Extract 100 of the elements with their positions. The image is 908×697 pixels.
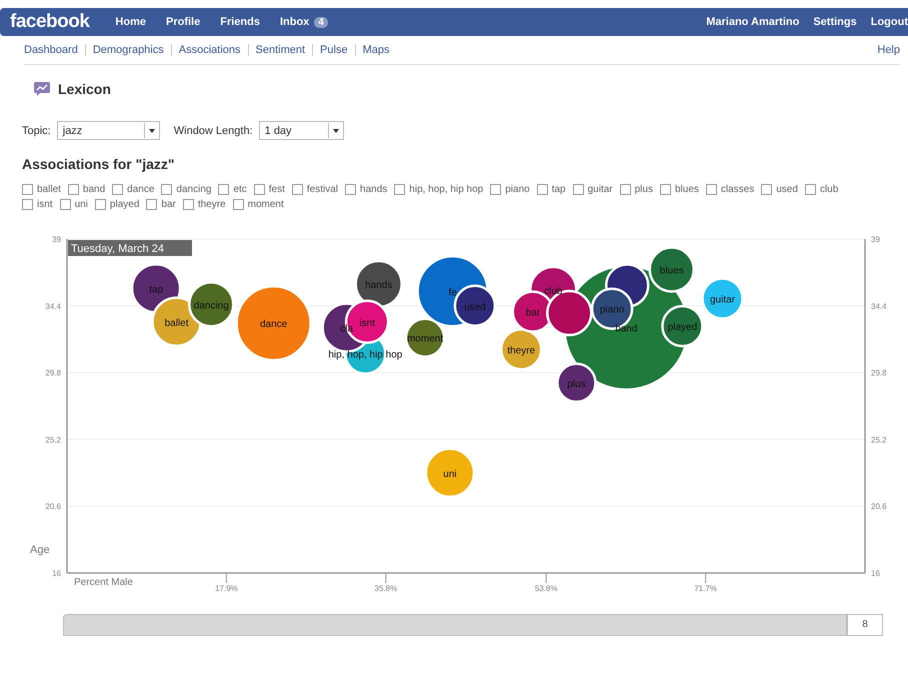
checkbox[interactable] — [161, 184, 172, 195]
bubble-label: isnt — [359, 318, 375, 329]
tick-label: 25.2 — [45, 435, 61, 444]
checkbox[interactable] — [620, 184, 631, 195]
checkbox-label[interactable]: fest — [268, 184, 285, 195]
tick-label: 17.9% — [215, 584, 238, 593]
checkbox-label[interactable]: hands — [360, 184, 388, 195]
header-link[interactable]: Logout — [870, 16, 908, 28]
checkbox-label[interactable]: band — [82, 184, 106, 195]
subnav-link[interactable]: Demographics — [84, 44, 171, 56]
nav-link[interactable]: Profile — [166, 16, 200, 28]
checkbox[interactable] — [112, 184, 124, 195]
nav-link[interactable]: Friends — [220, 16, 260, 28]
checkbox-label[interactable]: club — [820, 184, 838, 195]
checkbox-label[interactable]: uni — [74, 199, 88, 210]
checkbox[interactable] — [572, 184, 584, 195]
checkbox[interactable] — [22, 184, 33, 195]
subnav-link[interactable]: Associations — [170, 44, 248, 56]
timeline-track[interactable] — [63, 614, 847, 636]
bubble-label: cla — [340, 324, 354, 335]
checkbox[interactable] — [706, 184, 717, 195]
bubble[interactable] — [648, 246, 695, 293]
checkbox-label[interactable]: theyre — [198, 199, 226, 210]
checkbox-label[interactable]: played — [110, 199, 140, 210]
axis-title: Percent Male — [74, 577, 133, 588]
checkbox-label[interactable]: used — [776, 184, 798, 195]
bubble-label: hip, hop, hip hop — [328, 350, 402, 361]
help-link[interactable]: Help — [877, 44, 900, 56]
checkbox-label[interactable]: moment — [248, 199, 284, 210]
bubble[interactable] — [188, 281, 235, 328]
checkbox[interactable] — [254, 184, 265, 195]
checkbox-label[interactable]: guitar — [588, 184, 613, 195]
subnav-link[interactable]: Maps — [354, 44, 396, 56]
logo[interactable]: facebook — [10, 11, 90, 33]
checkbox[interactable] — [94, 199, 106, 210]
checkbox-label[interactable]: classes — [720, 184, 754, 195]
tick-label: 20.6 — [871, 502, 887, 512]
tick-label: 34.4 — [45, 302, 61, 311]
bubble-label: theyre — [507, 345, 536, 356]
checkbox[interactable] — [60, 199, 71, 210]
tick-label: 39 — [52, 235, 61, 244]
checkbox-label[interactable]: bar — [161, 199, 176, 210]
section-title: Associations for "jazz" — [22, 156, 176, 172]
date-tooltip: Tuesday, March 24 — [68, 240, 192, 256]
bubble[interactable] — [556, 362, 597, 404]
tick-label: 16 — [871, 569, 880, 578]
bubble-label: fe — [448, 287, 457, 298]
checkbox-label[interactable]: piano — [505, 184, 530, 195]
filter-label: Topic: — [22, 124, 51, 136]
checkbox-label[interactable]: festival — [306, 184, 338, 195]
subnav-link[interactable]: Sentiment — [248, 44, 312, 56]
checkbox[interactable] — [232, 199, 244, 210]
checkbox[interactable] — [536, 184, 548, 195]
bubble-label: used — [464, 302, 486, 313]
checkbox[interactable] — [804, 184, 816, 195]
checkbox-label[interactable]: hip, hop, hip hop — [409, 184, 484, 195]
checkbox-label[interactable]: ballet — [37, 184, 61, 195]
checkbox[interactable] — [292, 184, 303, 195]
checkbox[interactable] — [146, 199, 158, 210]
bubble-label: plus — [567, 378, 586, 390]
tick-label: 34.4 — [871, 302, 887, 311]
checkbox[interactable] — [490, 184, 502, 195]
checkbox-label[interactable]: tap — [552, 184, 566, 195]
checkbox-label[interactable]: etc — [233, 184, 247, 195]
tick-label: 16 — [52, 569, 61, 578]
checkbox[interactable] — [68, 184, 79, 195]
bubble-label: bar — [526, 308, 540, 319]
checkbox[interactable] — [761, 184, 772, 195]
checkbox-label[interactable]: dancing — [176, 184, 212, 195]
checkbox[interactable] — [345, 184, 356, 195]
bubble[interactable] — [661, 304, 704, 348]
nav-link[interactable]: Home — [115, 16, 146, 28]
count-badge: 4 — [314, 16, 328, 28]
filter-label: Window Length: — [174, 124, 253, 136]
checkbox-label[interactable]: isnt — [37, 199, 53, 210]
chart-bubble-icon — [34, 82, 50, 96]
dropdown[interactable]: jazz — [56, 121, 160, 140]
bubble-label: piano — [600, 304, 624, 316]
bubble[interactable] — [500, 328, 542, 371]
bubble-label: dancing — [194, 300, 229, 312]
subnav-link[interactable]: Dashboard — [24, 44, 85, 56]
checkbox-label[interactable]: dance — [127, 184, 154, 195]
checkbox[interactable] — [182, 199, 194, 210]
checkbox-label[interactable]: blues — [674, 184, 699, 195]
checkbox-label[interactable]: plus — [634, 184, 653, 195]
bubble-label: played — [668, 322, 698, 334]
nav-link[interactable]: Inbox — [280, 16, 310, 28]
dropdown[interactable]: 1 day — [258, 121, 344, 140]
header-link[interactable]: Mariano Amartino — [706, 16, 800, 28]
checkbox[interactable] — [660, 184, 671, 195]
checkbox[interactable] — [22, 199, 33, 210]
header-link[interactable]: Settings — [813, 16, 857, 28]
checkbox[interactable] — [218, 184, 230, 195]
bubble-label: band — [615, 324, 638, 335]
bubble-label: dance — [260, 319, 288, 330]
checkbox[interactable] — [394, 184, 406, 195]
subnav-link[interactable]: Pulse — [312, 44, 355, 56]
tick-label: 35.8% — [374, 584, 398, 593]
axis-title: Age — [30, 544, 50, 556]
bubble[interactable] — [701, 277, 744, 320]
